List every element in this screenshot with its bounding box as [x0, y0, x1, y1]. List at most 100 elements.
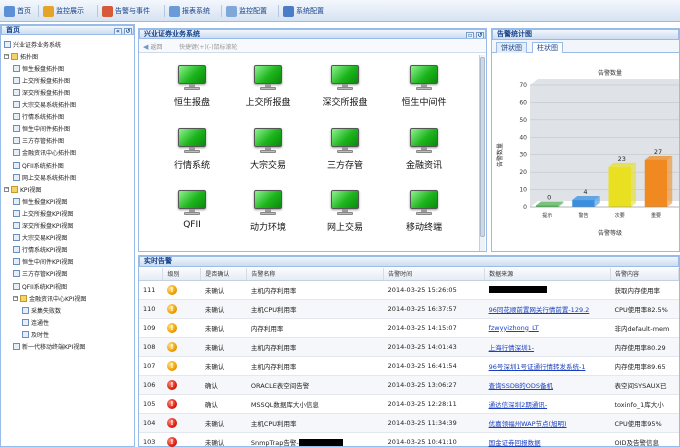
tree-folder[interactable]: − KPI视图	[4, 184, 41, 194]
folder-icon	[11, 52, 18, 60]
column-header-index[interactable]	[139, 268, 164, 281]
column-header-content[interactable]: 告警内容	[610, 268, 680, 281]
column-header-time[interactable]: 告警时间	[383, 268, 486, 281]
system-tile[interactable]: 三方存管	[314, 124, 376, 182]
alarm-row[interactable]: 105! 确认 MSSQL数据库大小信息 2014-03-25 12:28:11 通达信…	[139, 394, 679, 414]
alarm-row[interactable]: 110! 未确认 主机CPU利用率 2014-03-25 16:37:57 96同花顺前…	[139, 299, 679, 319]
tree-item[interactable]: 大宗交易KPI视图	[13, 233, 67, 243]
page-icon	[22, 306, 29, 314]
source-link[interactable]: fzwyyizhong_LT	[489, 324, 539, 332]
tree-item[interactable]: 兴业证券业务系统	[4, 39, 61, 49]
tree-item[interactable]: 网上交易系统拓扑图	[13, 172, 76, 182]
toolbar-system-button[interactable]: 系统配置	[283, 4, 324, 18]
system-tile[interactable]: 上交所报盘	[237, 61, 299, 119]
level-cell: !	[162, 413, 201, 433]
source-link[interactable]: 96号深圳1号证通行情转发系统-1	[489, 363, 586, 371]
tree-item[interactable]: QFII系统KPI视图	[13, 281, 67, 291]
system-tile[interactable]: 深交所报盘	[314, 61, 376, 119]
toolbar-home-button[interactable]: 首页	[4, 4, 31, 18]
alarm-row[interactable]: 107! 未确认 主机内存利用率 2014-03-25 16:41:54 96号深圳1号…	[139, 356, 679, 376]
column-header-level[interactable]: 级别	[162, 268, 202, 281]
monitor-icon	[254, 128, 282, 154]
source-link[interactable]: 优嘉领福州WAP节点(旭明)	[489, 420, 567, 428]
tree-folder[interactable]: − 拓扑图	[4, 51, 38, 61]
system-tile[interactable]: 恒生报盘	[161, 61, 223, 119]
tree-item[interactable]: QFII系统拓扑图	[13, 160, 64, 170]
tree-item[interactable]: 深交所报盘KPI视图	[13, 221, 73, 231]
expand-toggle-icon[interactable]: −	[4, 53, 9, 59]
system-tile[interactable]: 动力环境	[237, 186, 299, 244]
toolbar-monitor-button[interactable]: 监控展示	[43, 4, 84, 18]
source-link[interactable]: 96同花顺前置网关行情前置-129.2	[489, 306, 590, 314]
tree-item[interactable]: 行情系统拓扑图	[13, 112, 64, 122]
maximize-button[interactable]: ▫	[466, 32, 474, 38]
tree-item[interactable]: 恒生报盘拓扑图	[13, 63, 64, 73]
warning-alert-icon: !	[166, 360, 177, 371]
back-arrow-icon: ◀	[143, 42, 149, 51]
tab-bar-chart[interactable]: 柱状图	[532, 42, 563, 53]
collapse-button[interactable]: «	[114, 28, 122, 34]
tree-item[interactable]: 金融资讯中心拓扑图	[13, 148, 76, 158]
toolbar-alarm-button[interactable]: 告警与事件	[102, 4, 150, 18]
toolbar-report-button[interactable]: 报表系统	[169, 4, 210, 18]
tab-pie-chart[interactable]: 饼状图	[496, 42, 527, 53]
expand-toggle-icon[interactable]: −	[4, 186, 9, 192]
toolbar-separator	[38, 5, 39, 17]
tree-item-label: QFII系统拓扑图	[22, 162, 64, 170]
vertical-scrollbar[interactable]	[479, 55, 485, 251]
x-tick-label: 提示	[542, 212, 552, 219]
alarm-row[interactable]: 104! 未确认 主机CPU利用率 2014-03-25 11:34:39 优嘉领福州W…	[139, 413, 679, 433]
source-link[interactable]: 上海行情深圳1-	[489, 344, 534, 352]
alarm-row[interactable]: 108! 未确认 主机内存利用率 2014-03-25 14:01:43 上海行情深圳1…	[139, 337, 679, 357]
alarm-row[interactable]: 103! 未确认 SnmpTrap告警- 2014-03-25 10:41:10 国金证…	[139, 432, 679, 447]
back-button[interactable]: ◀ 返回	[143, 42, 162, 52]
system-tile[interactable]: 移动终端	[393, 186, 455, 244]
source-cell: 96号深圳1号证通行情转发系统-1	[484, 356, 611, 376]
page-icon	[22, 330, 29, 338]
source-link[interactable]: 国金证券回报数据	[489, 439, 541, 447]
tree-item[interactable]: 上交所报盘拓扑图	[13, 75, 70, 85]
source-link[interactable]: 通达信深圳2期通讯-	[489, 401, 547, 409]
refresh-button[interactable]: ↺	[124, 28, 132, 34]
tree-item[interactable]: 行情系统KPI视图	[13, 245, 67, 255]
tree-item[interactable]: 深交所报盘拓扑图	[13, 87, 70, 97]
tree-item[interactable]: 恒生报盘KPI视图	[13, 196, 67, 206]
column-header-source[interactable]: 数据来源	[484, 268, 611, 281]
tree-item[interactable]: 大宗交易系统拓扑图	[13, 100, 76, 110]
tree-item[interactable]: 连通性	[22, 317, 49, 327]
toolbar-config-button[interactable]: 监控配置	[226, 4, 267, 18]
source-link[interactable]: 查询SSDB的ODS备机	[489, 382, 553, 390]
tree-item[interactable]: 上交所报盘KPI视图	[13, 208, 73, 218]
expand-toggle-icon[interactable]: −	[13, 295, 18, 301]
monitor-icon	[254, 190, 282, 216]
alarm-row[interactable]: 106! 确认 ORACLE表空间告警 2014-03-25 13:06:27 查询SS…	[139, 375, 679, 395]
tree-item[interactable]: 三方存管KPI视图	[13, 269, 67, 279]
system-tile[interactable]: QFII	[161, 186, 223, 244]
page-icon	[13, 76, 20, 84]
system-tile[interactable]: 恒生中间件	[393, 61, 455, 119]
content-cell: 内存使用率80.29	[610, 337, 679, 357]
tree-item[interactable]: 恒生中间件拓扑图	[13, 124, 70, 134]
system-tile[interactable]: 行情系统	[161, 124, 223, 182]
tree-item[interactable]: 及时性	[22, 329, 49, 339]
column-header-name[interactable]: 告警名称	[246, 268, 385, 281]
tree-folder[interactable]: − 金融资讯中心KPI视图	[13, 293, 86, 303]
system-tile[interactable]: 大宗交易	[237, 124, 299, 182]
refresh-button[interactable]: ↺	[476, 32, 484, 38]
y-tick-label: 20	[519, 169, 527, 176]
system-tile[interactable]: 网上交易	[314, 186, 376, 244]
column-header-ack[interactable]: 是否确认	[200, 268, 248, 281]
alarm-row[interactable]: 109! 未确认 内存利用率 2014-03-25 14:15:07 fzwyyizho…	[139, 318, 679, 338]
tree-item[interactable]: 新一代移动终端KPI视图	[13, 342, 85, 352]
scrollbar-thumb[interactable]	[480, 57, 485, 237]
page-icon	[13, 137, 20, 145]
row-index: 105	[139, 394, 163, 414]
tree-item-label: 深交所报盘KPI视图	[22, 223, 74, 230]
system-tile[interactable]: 金融资讯	[393, 124, 455, 182]
tree-item[interactable]: 三方存管拓扑图	[13, 136, 64, 146]
tree-item[interactable]: 采集失败数	[22, 305, 61, 315]
ack-cell: 确认	[200, 375, 247, 395]
alarm-row[interactable]: 111! 未确认 主机内存利用率 2014-03-25 15:26:05 获取内存使用率	[139, 280, 679, 300]
monitor-icon	[178, 65, 206, 91]
tree-item[interactable]: 恒生中间件KPI视图	[13, 257, 73, 267]
